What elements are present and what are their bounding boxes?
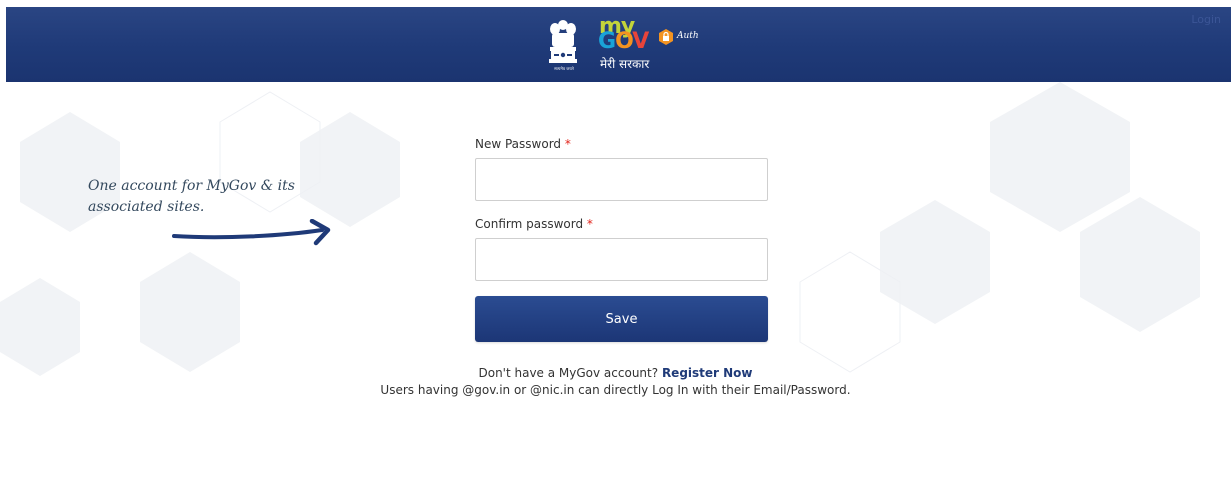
new-password-label: New Password * bbox=[475, 137, 571, 151]
auth-label: Auth bbox=[677, 31, 699, 41]
confirm-password-label: Confirm password * bbox=[475, 217, 593, 231]
required-mark: * bbox=[586, 217, 593, 231]
save-button[interactable]: Save bbox=[475, 296, 768, 342]
auth-badge-icon bbox=[659, 29, 673, 45]
register-prompt: Don't have a MyGov account? Register Now bbox=[0, 366, 1231, 380]
mygov-auth-logo[interactable]: सत्यमेव जयते my GOV मेरी सरकार Auth bbox=[546, 15, 736, 77]
header-bar: सत्यमेव जयते my GOV मेरी सरकार Auth Logi… bbox=[6, 7, 1231, 82]
emblem-caption: सत्यमेव जयते bbox=[554, 66, 574, 71]
login-page: सत्यमेव जयते my GOV मेरी सरकार Auth Logi… bbox=[0, 0, 1231, 480]
gov-users-note: Users having @gov.in or @nic.in can dire… bbox=[380, 383, 851, 397]
brand-gov: GOV bbox=[598, 29, 649, 54]
brand-subtitle: मेरी सरकार bbox=[600, 57, 650, 71]
no-account-text: Don't have a MyGov account? bbox=[478, 366, 659, 380]
required-mark: * bbox=[564, 137, 571, 151]
new-password-input[interactable] bbox=[475, 158, 768, 201]
login-link[interactable]: Login bbox=[1191, 13, 1221, 26]
tagline-text: One account for MyGov & its associated s… bbox=[88, 178, 295, 215]
arrow-right-icon bbox=[172, 219, 331, 246]
confirm-password-input[interactable] bbox=[475, 238, 768, 281]
register-now-link[interactable]: Register Now bbox=[662, 366, 753, 380]
